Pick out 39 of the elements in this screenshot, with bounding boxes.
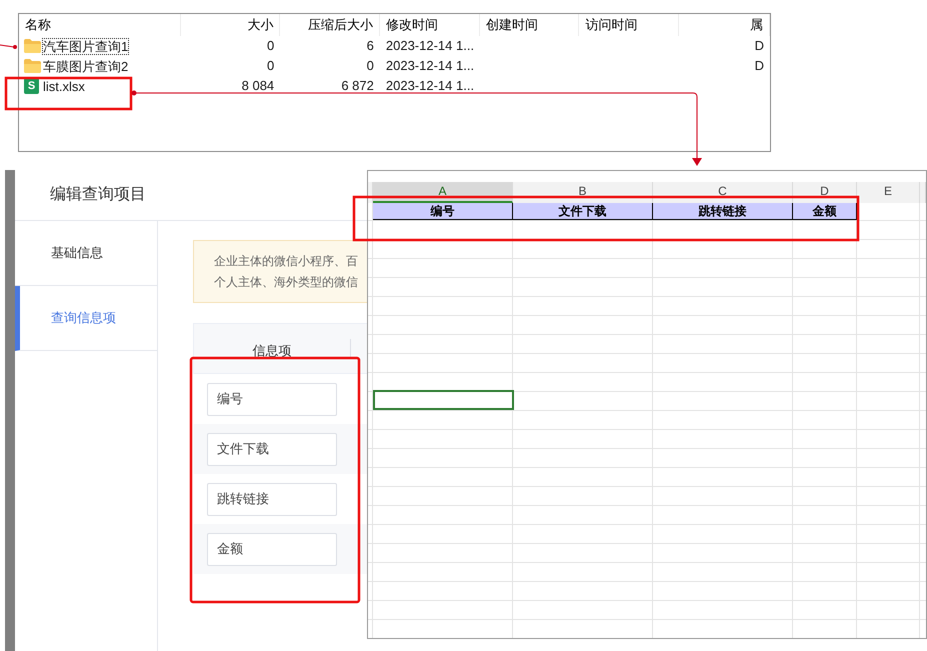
sidebar-tab[interactable]: 查询信息项 (15, 286, 157, 351)
table-cell-text: 0 (266, 57, 274, 76)
table-cell-text: 2023-12-14 1... (386, 37, 474, 56)
column-header[interactable]: 大小 (247, 15, 274, 35)
file-name[interactable]: 汽车图片查询1 (43, 38, 128, 54)
selected-cell[interactable] (373, 390, 514, 410)
input-field[interactable]: 金额 (207, 532, 337, 566)
table-cell: 文件下载 (513, 203, 653, 220)
table-cell-text: 6 872 (341, 77, 374, 96)
table-cell-text: 6 (366, 37, 374, 56)
input-field[interactable]: 跳转链接 (207, 482, 337, 516)
table-cell-text: 2023-12-14 1... (386, 57, 474, 76)
column-header[interactable]: 名称 (25, 15, 51, 35)
column-header[interactable]: E (857, 182, 920, 203)
table-cell-text: 8 084 (242, 77, 274, 96)
table-cell: 编号 (373, 203, 513, 220)
file-name[interactable]: list.xlsx (43, 78, 85, 94)
column-header[interactable]: 属 (750, 15, 763, 35)
file-name[interactable]: 车膜图片查询2 (43, 58, 128, 74)
notice-text: 企业主体的微信小程序、百 (214, 252, 359, 270)
notice-text: 个人主体、海外类型的微信 (214, 274, 359, 290)
table-cell-text: D (754, 37, 764, 56)
column-header[interactable]: 压缩后大小 (308, 15, 374, 35)
folder-icon (24, 39, 41, 53)
annotation-arrow (0, 44, 17, 49)
folder-icon (24, 59, 41, 73)
input-field[interactable]: 编号 (207, 382, 337, 416)
table-cell-text: 2023-12-14 1... (386, 77, 474, 96)
column-header[interactable]: 访问时间 (585, 15, 638, 35)
column-header[interactable]: 创建时间 (486, 15, 538, 35)
input-field[interactable]: 文件下载 (207, 432, 337, 466)
table-cell-text: 0 (366, 57, 374, 76)
table-cell-text: 0 (266, 37, 274, 56)
column-header: 信息项 (252, 342, 292, 360)
table-cell-text: D (754, 57, 764, 76)
column-header[interactable]: 修改时间 (386, 15, 438, 35)
table-cell: 跳转链接 (653, 203, 793, 220)
page-title: 编辑查询项目 (50, 184, 146, 205)
table-cell: 金额 (793, 203, 857, 220)
